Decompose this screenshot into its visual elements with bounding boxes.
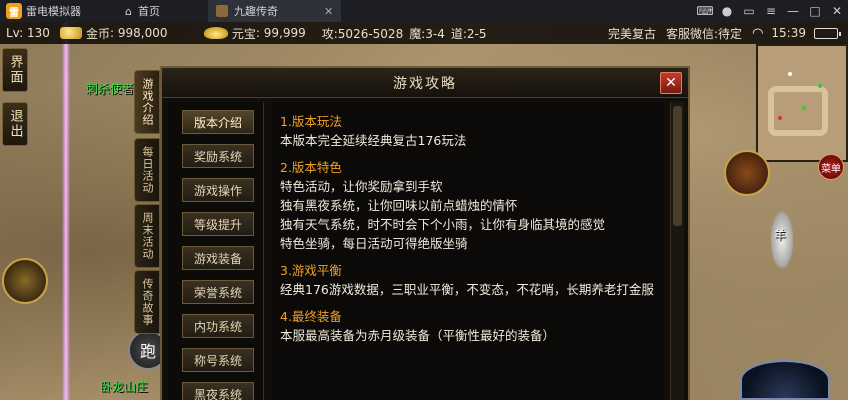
dialog-title: 游戏攻略 xyxy=(393,75,457,92)
gold-icon xyxy=(60,27,82,39)
minimap-monster-dot xyxy=(778,116,782,120)
menu-game-operation[interactable]: 游戏操作 xyxy=(182,178,254,202)
top-hud: Lv: 130 金币 : 998,000 元宝 : 99,999 攻:5026-… xyxy=(0,22,848,44)
battery-icon xyxy=(814,27,841,39)
menu-icon[interactable]: ≡ xyxy=(760,4,782,18)
gold-value: 998,000 xyxy=(117,26,168,40)
tab-game-label: 九趣传奇 xyxy=(233,5,278,18)
emulator-title-bar: 雷 雷电模拟器 ⌂ 首页 九趣传奇 ✕ ⌨ ● ▭ ≡ — □ ✕ xyxy=(0,0,848,22)
minimap-npc-dot xyxy=(818,84,822,88)
section-line: 特色活动，让你奖励拿到手软 xyxy=(280,179,443,194)
section-line: 独有黑夜系统，让你回味以前点蜡烛的情怀 xyxy=(280,198,518,213)
exit-button[interactable]: 退出 xyxy=(2,102,28,146)
dialog-close-button[interactable]: ✕ xyxy=(660,72,682,94)
yuanbao-value: 99,999 xyxy=(263,26,306,40)
menu-inner-power[interactable]: 内功系统 xyxy=(182,314,254,338)
section-line: 经典176游戏数据，三职业平衡，不变态，不花哨，长期养老打金服 xyxy=(280,282,654,297)
section-title: 1.版本玩法 xyxy=(280,114,342,129)
section-line: 本版本完全延续经典复古176玩法 xyxy=(280,133,467,148)
gamepad-icon[interactable]: ⌨ xyxy=(694,4,716,18)
skill-medal-icon[interactable] xyxy=(2,258,48,304)
dialog-header: 游戏攻略 xyxy=(162,68,688,98)
interface-button[interactable]: 界面 xyxy=(2,48,28,92)
menu-reward-system[interactable]: 奖励系统 xyxy=(182,144,254,168)
guide-content: 1.版本玩法 本版本完全延续经典复古176玩法 2.版本特色 特色活动，让你奖励… xyxy=(272,102,664,400)
menu-version-intro[interactable]: 版本介绍 xyxy=(182,110,254,134)
minimize-icon[interactable]: — xyxy=(782,4,804,18)
section-line: 独有天气系统，时不时会下个小雨，让你有身临其境的感觉 xyxy=(280,217,606,232)
minimap-player-dot xyxy=(788,72,792,76)
account-icon[interactable]: ● xyxy=(716,4,738,18)
sheep-label: 羊 xyxy=(774,228,787,242)
wifi-icon: ◠ xyxy=(752,25,764,41)
menu-game-equipment[interactable]: 游戏装备 xyxy=(182,246,254,270)
taoism-stat: 道:2-5 xyxy=(450,26,487,41)
scrollbar-thumb[interactable] xyxy=(673,106,682,226)
gold-label: 金币 xyxy=(86,26,111,41)
emulator-logo-icon: 雷 xyxy=(6,3,22,19)
light-beam xyxy=(62,22,70,400)
home-icon: ⌂ xyxy=(125,4,132,18)
side-tab-story[interactable]: 传奇故事 xyxy=(134,270,160,334)
section-title: 4.最终装备 xyxy=(280,309,342,324)
tab-home[interactable]: ⌂ 首页 xyxy=(117,0,168,22)
npc-name-assassin[interactable]: 刺杀使者 xyxy=(86,80,134,97)
tab-close-icon[interactable]: ✕ xyxy=(324,5,333,18)
maximize-icon[interactable]: □ xyxy=(804,4,826,18)
tab-home-label: 首页 xyxy=(137,5,160,18)
guide-menu: 版本介绍 奖励系统 游戏操作 等级提升 游戏装备 荣誉系统 内功系统 称号系统 … xyxy=(168,102,264,400)
section-line: 本服最高装备为赤月级装备（平衡性最好的装备） xyxy=(280,328,556,343)
section-line: 特色坐骑，每日活动可得绝版坐骑 xyxy=(280,236,468,251)
menu-title-system[interactable]: 称号系统 xyxy=(182,348,254,372)
server-name: 完美复古 xyxy=(608,26,657,41)
section-title: 2.版本特色 xyxy=(280,160,342,175)
menu-level-up[interactable]: 等级提升 xyxy=(182,212,254,236)
side-tab-weekend[interactable]: 周末活动 xyxy=(134,204,160,268)
game-icon xyxy=(215,5,228,17)
minimap[interactable] xyxy=(756,44,848,162)
guide-dialog: 游戏攻略 ✕ 版本介绍 奖励系统 游戏操作 等级提升 游戏装备 荣誉系统 内功系… xyxy=(160,66,690,400)
magic-stat: 魔:3-4 xyxy=(409,26,445,41)
service-contact: 客服微信:待定 xyxy=(666,26,743,41)
emulator-app-name: 雷电模拟器 xyxy=(26,5,81,18)
tab-game[interactable]: 九趣传奇 ✕ xyxy=(207,0,342,22)
red-menu-button[interactable]: 菜单 xyxy=(818,154,844,180)
warehouse-button-icon[interactable] xyxy=(740,360,830,400)
yuanbao-icon xyxy=(203,27,228,39)
menu-honor-system[interactable]: 荣誉系统 xyxy=(182,280,254,304)
section-title: 3.游戏平衡 xyxy=(280,263,342,278)
minimap-npc-dot xyxy=(802,106,806,110)
side-tab-intro[interactable]: 游戏介绍 xyxy=(134,70,160,134)
attack-stat: 攻:5026-5028 xyxy=(321,26,404,41)
close-icon[interactable]: ✕ xyxy=(826,4,848,18)
menu-night-system[interactable]: 黑夜系统 xyxy=(182,382,254,400)
yuanbao-label: 元宝 xyxy=(231,26,256,41)
minimap-road xyxy=(768,86,828,136)
content-scrollbar[interactable] xyxy=(670,102,684,400)
side-tab-daily[interactable]: 每日活动 xyxy=(134,138,160,202)
npc-name-wolong[interactable]: 卧龙山庄 xyxy=(100,378,148,395)
clock: 15:39 xyxy=(771,26,806,40)
player-level: Lv: 130 xyxy=(6,26,50,40)
keyboard-icon[interactable]: ▭ xyxy=(738,4,760,18)
mount-button-icon[interactable] xyxy=(724,150,770,196)
